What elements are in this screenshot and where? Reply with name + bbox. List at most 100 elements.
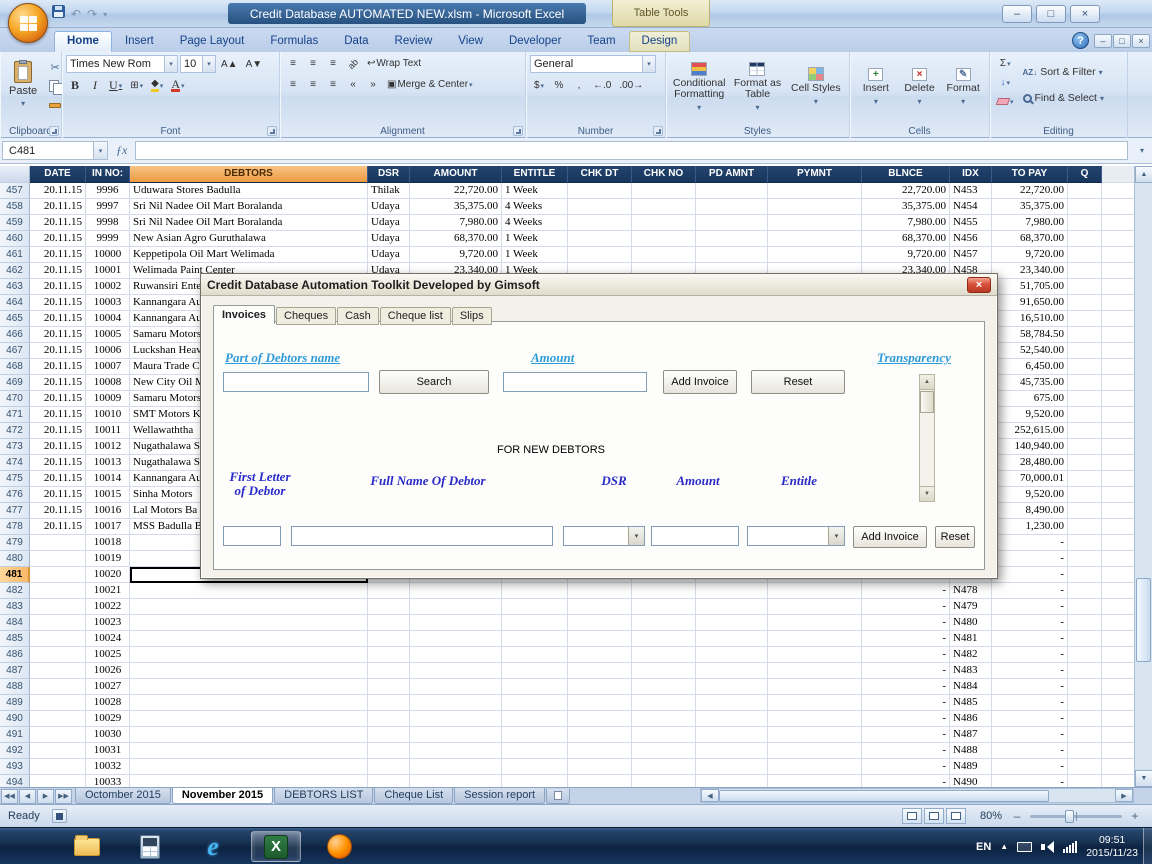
cell[interactable]: -: [992, 567, 1068, 583]
cell[interactable]: [632, 711, 696, 727]
cell[interactable]: [568, 615, 632, 631]
cell[interactable]: N480: [950, 615, 992, 631]
ribbon-tab-formulas[interactable]: Formulas: [257, 31, 331, 52]
cell[interactable]: [130, 711, 368, 727]
cell[interactable]: [130, 599, 368, 615]
cell[interactable]: N478: [950, 583, 992, 599]
cell[interactable]: [568, 695, 632, 711]
column-header-idx[interactable]: IDX: [950, 166, 992, 183]
cell[interactable]: [1068, 327, 1102, 343]
row-header[interactable]: 483: [0, 599, 30, 615]
cell[interactable]: 9,720.00: [410, 247, 502, 263]
fill-button[interactable]: ↓▾: [994, 74, 1017, 91]
cell[interactable]: [1068, 295, 1102, 311]
decrease-indent-button[interactable]: «: [344, 76, 362, 93]
cell[interactable]: [568, 599, 632, 615]
cell[interactable]: 10022: [86, 599, 130, 615]
name-box-dropdown[interactable]: ▾: [94, 141, 108, 160]
cell[interactable]: -: [992, 551, 1068, 567]
cell[interactable]: 20.11.15: [30, 471, 86, 487]
cell[interactable]: [696, 215, 768, 231]
cell[interactable]: Udaya: [368, 231, 410, 247]
cell[interactable]: [568, 231, 632, 247]
cell[interactable]: [1102, 615, 1134, 631]
cell[interactable]: [1102, 295, 1134, 311]
workbook-close-button[interactable]: ×: [1132, 34, 1150, 48]
orientation-button[interactable]: ab: [344, 55, 362, 72]
cell[interactable]: -: [862, 759, 950, 775]
grow-font-button[interactable]: A▲: [218, 56, 241, 73]
row-header[interactable]: 469: [0, 375, 30, 391]
row-header[interactable]: 481: [0, 567, 30, 583]
cell[interactable]: [410, 759, 502, 775]
cell[interactable]: [1068, 727, 1102, 743]
workbook-minimize-button[interactable]: –: [1094, 34, 1112, 48]
cell[interactable]: [568, 647, 632, 663]
cell[interactable]: [1068, 599, 1102, 615]
cell[interactable]: [1102, 231, 1134, 247]
cell[interactable]: [1102, 183, 1134, 199]
cell[interactable]: N486: [950, 711, 992, 727]
taskbar-firefox-button[interactable]: [314, 831, 364, 862]
cell[interactable]: Thilak: [368, 183, 410, 199]
accounting-format-button[interactable]: $▾: [530, 77, 548, 94]
cell[interactable]: [768, 231, 862, 247]
cell[interactable]: [1102, 583, 1134, 599]
cell[interactable]: [1068, 359, 1102, 375]
add-invoice-new-button[interactable]: Add Invoice: [853, 526, 927, 548]
cell[interactable]: [632, 599, 696, 615]
cell[interactable]: [632, 615, 696, 631]
cell[interactable]: 10012: [86, 439, 130, 455]
scroll-right-button[interactable]: ▶: [1115, 789, 1133, 802]
column-header-chk_dt[interactable]: CHK DT: [568, 166, 632, 183]
zoom-slider[interactable]: [1030, 815, 1122, 818]
cell[interactable]: [368, 679, 410, 695]
cell[interactable]: [1068, 519, 1102, 535]
next-sheet-button[interactable]: ▶: [37, 789, 54, 804]
cell[interactable]: [368, 583, 410, 599]
taskbar-excel-button[interactable]: X: [251, 831, 301, 862]
align-middle-button[interactable]: ≡: [304, 55, 322, 72]
cell[interactable]: [568, 743, 632, 759]
row-header[interactable]: 475: [0, 471, 30, 487]
cell[interactable]: [1102, 663, 1134, 679]
cell[interactable]: 52,540.00: [992, 343, 1068, 359]
cell[interactable]: 10003: [86, 295, 130, 311]
cell[interactable]: [410, 679, 502, 695]
maximize-button[interactable]: □: [1036, 5, 1066, 23]
cell[interactable]: [502, 759, 568, 775]
cell[interactable]: [368, 695, 410, 711]
cell[interactable]: [1068, 695, 1102, 711]
cell[interactable]: 20.11.15: [30, 359, 86, 375]
cell[interactable]: [1068, 631, 1102, 647]
cell[interactable]: 22,720.00: [862, 183, 950, 199]
cell[interactable]: [1102, 695, 1134, 711]
row-header[interactable]: 493: [0, 759, 30, 775]
cell[interactable]: -: [862, 615, 950, 631]
record-macro-button[interactable]: [52, 809, 67, 823]
cell[interactable]: [502, 647, 568, 663]
cell[interactable]: 10025: [86, 647, 130, 663]
underline-button[interactable]: U▾: [106, 77, 125, 94]
cell[interactable]: 10020: [86, 567, 130, 583]
cell[interactable]: -: [862, 695, 950, 711]
cell[interactable]: [1102, 487, 1134, 503]
cell[interactable]: [368, 647, 410, 663]
cell[interactable]: 68,370.00: [862, 231, 950, 247]
cell[interactable]: 35,375.00: [862, 199, 950, 215]
cell[interactable]: 10001: [86, 263, 130, 279]
format-as-table-button[interactable]: Format as Table ▾: [728, 62, 786, 113]
align-left-button[interactable]: ≡: [284, 76, 302, 93]
cell[interactable]: 20.11.15: [30, 487, 86, 503]
cell[interactable]: [130, 727, 368, 743]
cell[interactable]: [1102, 503, 1134, 519]
cell[interactable]: [30, 743, 86, 759]
cell[interactable]: [632, 231, 696, 247]
cell[interactable]: [1102, 567, 1134, 583]
cell[interactable]: [30, 551, 86, 567]
cell[interactable]: [410, 599, 502, 615]
cell[interactable]: [410, 775, 502, 787]
zoom-in-button[interactable]: +: [1128, 809, 1142, 823]
cell[interactable]: [410, 615, 502, 631]
cell[interactable]: [30, 647, 86, 663]
